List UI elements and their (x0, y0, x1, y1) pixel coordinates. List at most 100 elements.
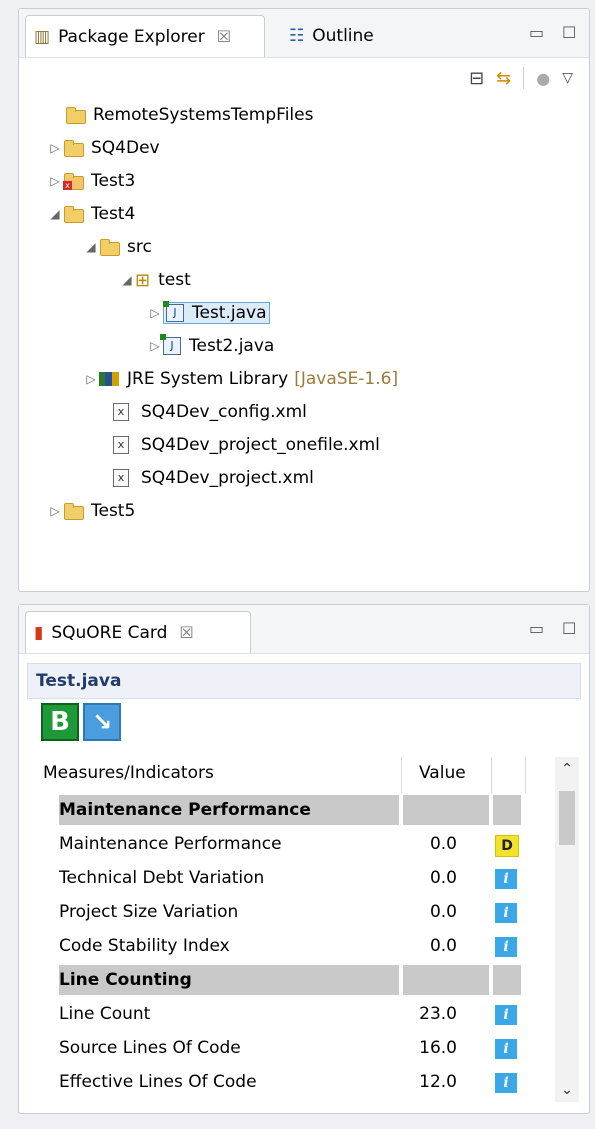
measure-name: Effective Lines Of Code (59, 1072, 257, 1092)
xml-file-icon: x (113, 436, 129, 454)
measure-value: 0.0 (429, 834, 457, 854)
measure-value: 23.0 (419, 1004, 457, 1024)
info-icon[interactable]: i (495, 903, 517, 923)
tree-item-label: JRE System Library (127, 369, 289, 389)
table-group-row[interactable]: Maintenance Performance (39, 793, 547, 827)
view-menu-icon[interactable]: ▽ (562, 70, 573, 86)
rating-badge[interactable]: B (41, 703, 79, 741)
outline-tab-label: Outline (312, 26, 374, 46)
tree-item-sq4dev-config-xml[interactable]: x SQ4Dev_config.xml (113, 398, 307, 426)
tree-item-label: Test3 (91, 171, 136, 191)
tree-item-test-java[interactable]: ▷ J Test.java (147, 299, 270, 327)
measure-value: 16.0 (419, 1038, 457, 1058)
tree-item-test2-java[interactable]: ▷ J Test2.java (147, 332, 274, 360)
tree-item-test3[interactable]: ▷ x Test3 (47, 167, 135, 195)
tree-item-label: Test4 (91, 204, 136, 224)
collapse-icon[interactable]: ◢ (83, 240, 99, 254)
tree-item-jre-system-library[interactable]: ▷ JRE System Library [JavaSE-1.6] (83, 365, 398, 393)
group-band (403, 965, 489, 995)
tree-item-label: SQ4Dev_config.xml (141, 402, 307, 422)
measure-name: Maintenance Performance (59, 834, 282, 854)
artifact-title: Test.java (27, 663, 581, 699)
arrow-down-right-icon: ↘ (91, 708, 113, 736)
project-folder-icon (63, 139, 84, 157)
measure-value: 0.0 (429, 868, 457, 888)
minimize-icon[interactable]: ▭ (529, 619, 544, 638)
column-header-measures[interactable]: Measures/Indicators (43, 763, 214, 783)
tree-item-label: Test2.java (189, 336, 275, 356)
tree-item-label: Test5 (91, 501, 136, 521)
measures-table-header: Measures/Indicators Value (39, 757, 579, 793)
tree-item-sq4dev[interactable]: ▷ SQ4Dev (47, 134, 160, 162)
table-row[interactable]: Project Size Variation 0.0 i (39, 895, 547, 929)
tree-item-sq4dev-project-xml[interactable]: x SQ4Dev_project.xml (113, 464, 314, 492)
selected-item[interactable]: J Test.java (163, 301, 270, 324)
trend-arrow-button[interactable]: ↘ (83, 703, 121, 741)
tab-squore-card[interactable]: ▮ SQuORE Card ☒ (25, 611, 251, 653)
expand-icon[interactable]: ▷ (147, 339, 163, 353)
scroll-thumb[interactable] (559, 791, 575, 845)
measure-name: Code Stability Index (59, 936, 230, 956)
group-name: Line Counting (59, 970, 192, 990)
measure-name: Line Count (59, 1004, 151, 1024)
explorer-tabstrip: ▥ Package Explorer ☒ ☷ Outline ▭ ☐ (19, 9, 589, 58)
bar-chart-icon: ▮ (34, 622, 44, 643)
measure-value: 12.0 (419, 1072, 457, 1092)
info-icon[interactable]: i (495, 1039, 517, 1059)
table-row[interactable]: Effective Lines Of Code 12.0 i (39, 1065, 547, 1099)
tree-item-label: SQ4Dev (91, 138, 160, 158)
tab-outline[interactable]: ☷ Outline (281, 15, 421, 57)
close-icon[interactable]: ☒ (217, 27, 231, 46)
expand-icon[interactable]: ▷ (47, 504, 63, 518)
table-row[interactable]: Source Lines Of Code 16.0 i (39, 1031, 547, 1065)
info-icon[interactable]: i (495, 1005, 517, 1025)
collapse-all-icon[interactable]: ⊟ (469, 68, 484, 89)
expand-icon[interactable]: ▷ (47, 174, 63, 188)
package-explorer-panel: ▥ Package Explorer ☒ ☷ Outline ▭ ☐ ⊟ ⇆ ●… (18, 8, 590, 592)
column-divider (491, 757, 492, 793)
package-explorer-tab-label: Package Explorer (58, 26, 205, 47)
artifact-name: Test.java (36, 671, 122, 691)
tree-item-sq4dev-project-onefile-xml[interactable]: x SQ4Dev_project_onefile.xml (113, 431, 380, 459)
table-row[interactable]: Code Stability Index 0.0 i (39, 929, 547, 963)
collapse-icon[interactable]: ◢ (119, 273, 135, 287)
tree-item-remotesystemstempfiles[interactable]: RemoteSystemsTempFiles (65, 101, 313, 129)
tree-item-label: SQ4Dev_project_onefile.xml (141, 435, 380, 455)
tree-item-test4[interactable]: ◢ Test4 (47, 200, 135, 228)
table-row[interactable]: Technical Debt Variation 0.0 i (39, 861, 547, 895)
info-icon[interactable]: i (495, 869, 517, 889)
tree-item-label: test (158, 270, 191, 290)
vertical-scrollbar[interactable]: ⌃ ⌄ (555, 757, 579, 1102)
maximize-icon[interactable]: ☐ (562, 23, 576, 42)
tree-item-test5[interactable]: ▷ Test5 (47, 497, 135, 525)
maximize-icon[interactable]: ☐ (562, 619, 576, 638)
info-icon[interactable]: i (495, 937, 517, 957)
folder-icon (65, 106, 86, 124)
link-with-editor-icon[interactable]: ⇆ (496, 68, 511, 89)
tree-item-src[interactable]: ◢ src (83, 233, 151, 261)
java-file-icon: J (160, 334, 181, 355)
java-file-icon: J (163, 301, 184, 322)
info-icon[interactable]: i (495, 1073, 517, 1093)
close-icon[interactable]: ☒ (179, 623, 193, 642)
expand-icon[interactable]: ▷ (83, 372, 99, 386)
tree-item-test-package[interactable]: ◢ ⊞ test (119, 266, 191, 294)
scroll-up-icon[interactable]: ⌃ (555, 761, 579, 777)
collapse-icon[interactable]: ◢ (47, 207, 63, 221)
group-band (403, 795, 489, 825)
xml-file-icon: x (113, 469, 129, 487)
expand-icon[interactable]: ▷ (47, 141, 63, 155)
table-group-row[interactable]: Line Counting (39, 963, 547, 997)
focus-on-task-icon[interactable]: ● (536, 69, 550, 88)
table-row[interactable]: Maintenance Performance 0.0 D (39, 827, 547, 861)
expand-icon[interactable]: ▷ (147, 306, 163, 320)
card-tabstrip: ▮ SQuORE Card ☒ ▭ ☐ (19, 605, 589, 654)
column-header-value[interactable]: Value (419, 763, 466, 783)
measure-value: 0.0 (429, 936, 457, 956)
tab-package-explorer[interactable]: ▥ Package Explorer ☒ (25, 15, 265, 57)
explorer-toolbar: ⊟ ⇆ ● ▽ (469, 67, 573, 89)
scroll-down-icon[interactable]: ⌄ (555, 1082, 579, 1098)
measure-name: Source Lines Of Code (59, 1038, 241, 1058)
table-row[interactable]: Line Count 23.0 i (39, 997, 547, 1031)
minimize-icon[interactable]: ▭ (529, 23, 544, 42)
